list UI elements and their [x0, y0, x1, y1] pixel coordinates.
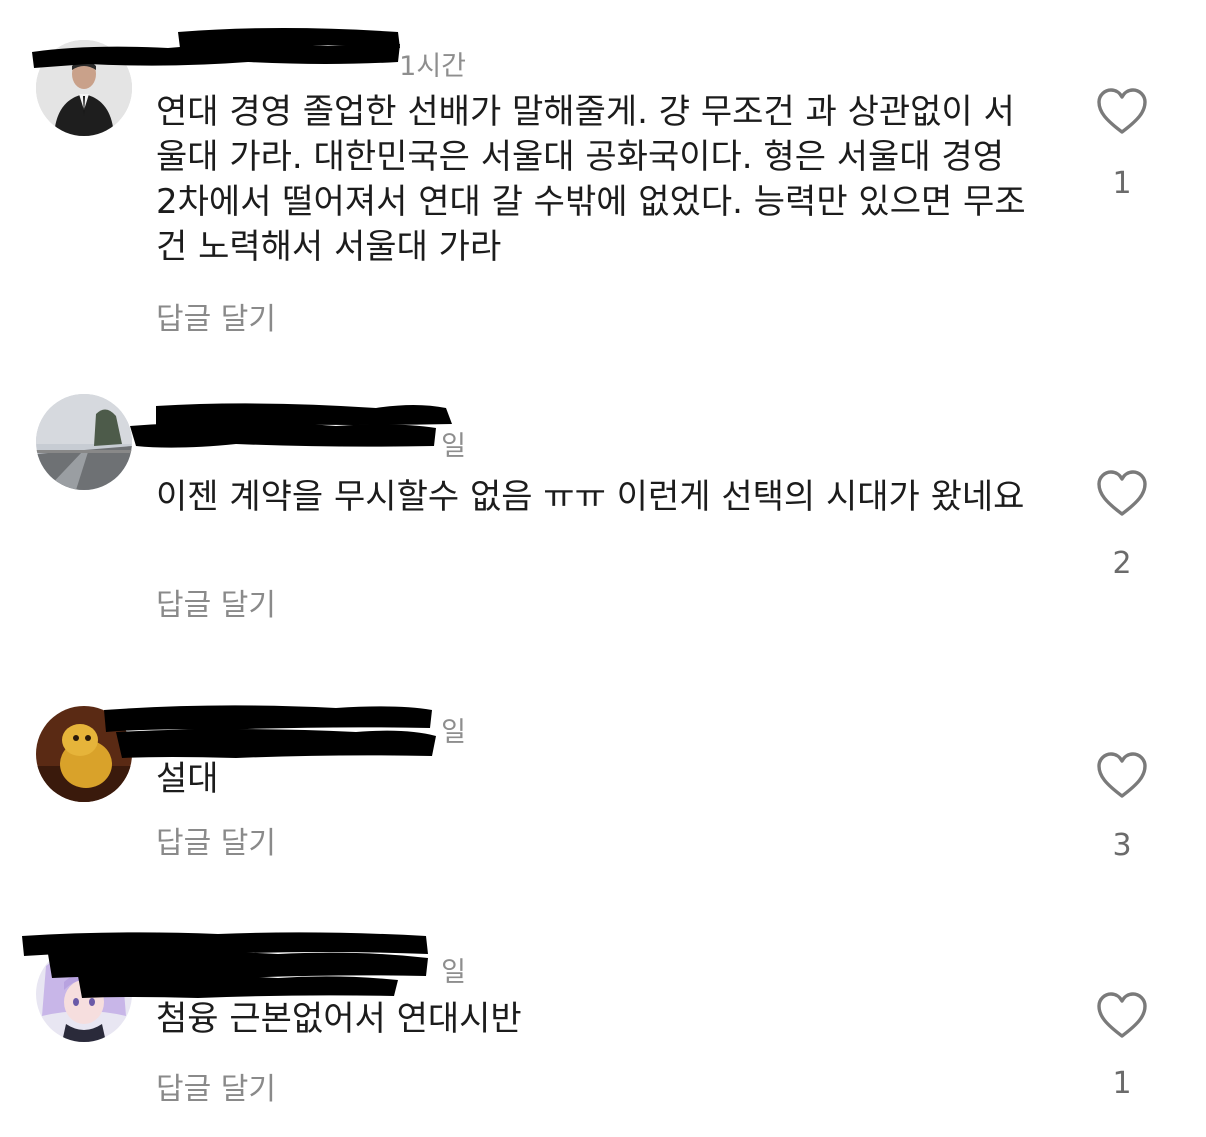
comment-meta: 일: [156, 946, 466, 988]
heart-icon[interactable]: [1096, 992, 1148, 1040]
reply-button[interactable]: 답글 달기: [156, 1064, 276, 1108]
comment-text: 첨융 근본없어서 연대시반: [156, 999, 522, 1039]
like-count: 1: [1112, 1066, 1132, 1101]
user-avatar[interactable]: [36, 946, 132, 1042]
comment-time: 일: [441, 957, 466, 988]
comment-item: 일 첨융 근본없어서 연대시반 답글 달기 1: [0, 0, 1206, 1137]
